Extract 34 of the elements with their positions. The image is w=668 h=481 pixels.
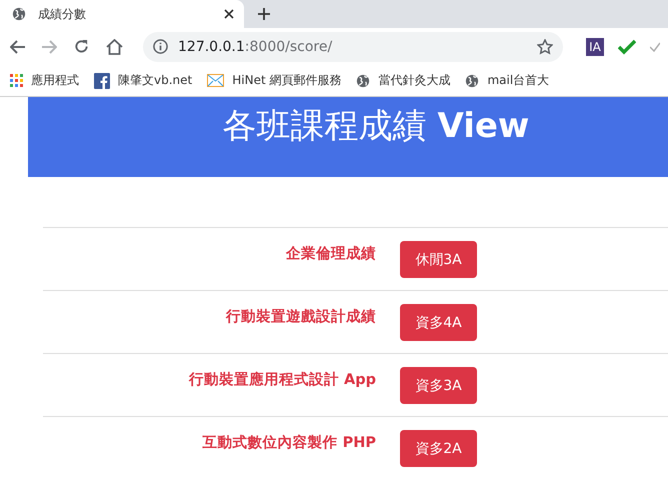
course-name: 行動裝置應用程式設計 App bbox=[188, 370, 376, 389]
check-icon[interactable] bbox=[618, 38, 636, 54]
close-icon[interactable] bbox=[224, 9, 234, 19]
page-title: 各班課程成績 View bbox=[222, 105, 530, 148]
course-name: 企業倫理成績 bbox=[284, 244, 376, 263]
course-name: 互動式數位內容製作 PHP bbox=[202, 433, 376, 452]
home-icon[interactable] bbox=[106, 38, 123, 54]
globe-icon bbox=[12, 7, 26, 21]
class-button[interactable]: 資多4A bbox=[400, 304, 477, 341]
bookmark-link[interactable]: 當代針灸大成 bbox=[378, 72, 450, 89]
reload-icon[interactable] bbox=[74, 39, 89, 54]
info-icon[interactable] bbox=[153, 39, 168, 54]
apps-grid-icon bbox=[10, 74, 23, 87]
back-icon[interactable] bbox=[10, 40, 25, 54]
bookmark-link[interactable]: 應用程式 bbox=[31, 72, 79, 89]
bookmark-link[interactable]: mail台首大 bbox=[487, 72, 550, 89]
url-text: 127.0.0.1:8000/score/ bbox=[178, 38, 334, 54]
course-name: 行動裝置遊戲設計成績 bbox=[224, 308, 376, 326]
browser-tab[interactable]: 成績分數 bbox=[0, 0, 244, 28]
address-bar[interactable]: 127.0.0.1:8000/score/ bbox=[143, 32, 563, 62]
star-icon[interactable] bbox=[537, 38, 553, 54]
globe-icon bbox=[356, 74, 370, 88]
class-button[interactable]: 資多3A bbox=[400, 367, 477, 404]
mail-icon bbox=[207, 74, 224, 87]
check-icon[interactable] bbox=[650, 40, 660, 52]
new-tab-icon[interactable] bbox=[258, 8, 270, 20]
extension-icon[interactable]: IA bbox=[586, 38, 604, 56]
globe-icon bbox=[465, 74, 480, 88]
class-button[interactable]: 資多2A bbox=[400, 430, 477, 467]
tab-title: 成績分數 bbox=[38, 6, 87, 22]
facebook-icon bbox=[94, 72, 110, 88]
class-button[interactable]: 休閒3A bbox=[400, 241, 477, 278]
bookmark-link[interactable]: 陳肇文vb.net bbox=[118, 72, 192, 89]
bookmark-link[interactable]: HiNet 網頁郵件服務 bbox=[232, 72, 342, 89]
